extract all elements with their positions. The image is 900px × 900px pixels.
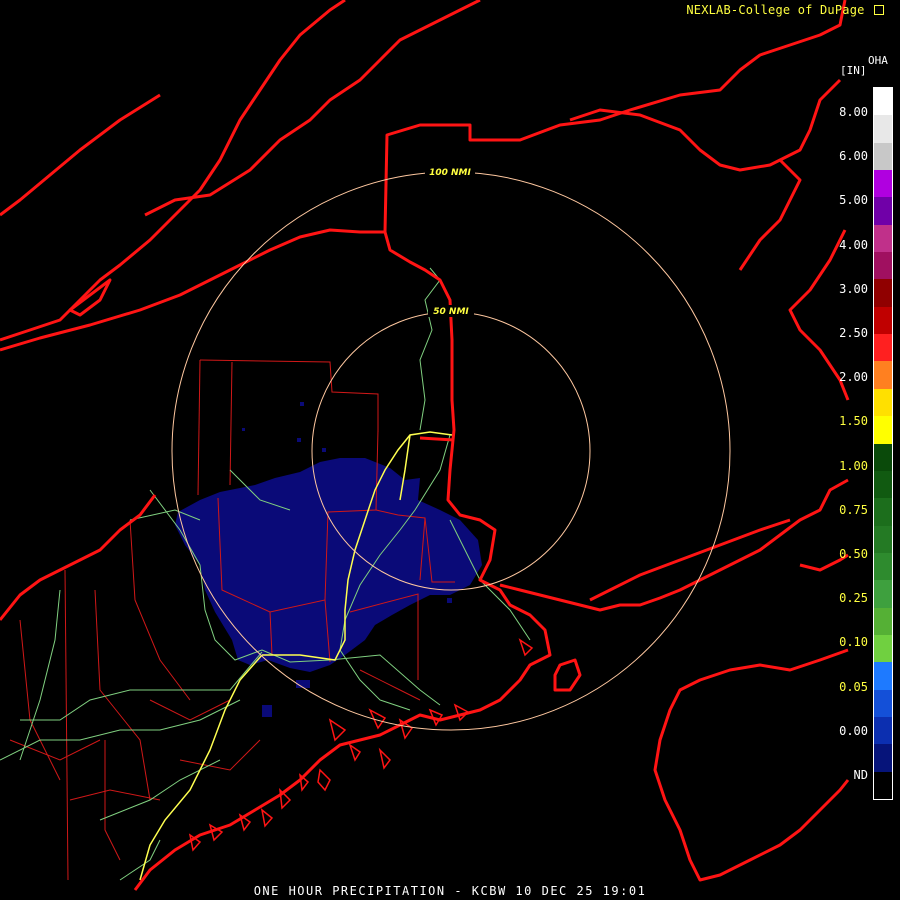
legend-swatch [874, 771, 892, 800]
legend-swatch [874, 416, 892, 444]
legend-swatch [874, 634, 892, 663]
legend-swatch [874, 279, 892, 308]
legend-swatch [874, 607, 892, 636]
ring-label-100nmi: 100 NMI [429, 168, 471, 178]
legend-label: 4.00 [839, 237, 868, 252]
legend-label: 1.00 [839, 458, 868, 473]
ring-label-50nmi: 50 NMI [433, 307, 469, 317]
legend-swatch [874, 744, 892, 773]
legend-swatch [874, 443, 892, 472]
legend-swatch [874, 689, 892, 718]
legend-swatch [874, 306, 892, 335]
legend-label: 6.00 [839, 149, 868, 164]
legend-label: 0.05 [839, 679, 868, 694]
legend-swatch [874, 470, 892, 499]
legend-label: 0.75 [839, 502, 868, 517]
legend-swatch [874, 662, 892, 691]
legend-swatch [874, 580, 892, 609]
legend-label: 5.00 [839, 193, 868, 208]
precip-legend-bar [873, 87, 893, 800]
legend-label: 0.25 [839, 591, 868, 606]
legend-swatch [874, 388, 892, 417]
legend-swatch [874, 224, 892, 253]
credit-label: NEXLAB-College of DuPage [686, 3, 865, 17]
legend-label: 8.00 [839, 105, 868, 119]
legend-label: 3.00 [839, 281, 868, 296]
radar-map: 100 NMI 50 NMI [0, 0, 850, 891]
legend-swatch [874, 552, 892, 581]
legend-swatch [874, 170, 892, 198]
legend-swatch [874, 115, 892, 144]
legend-swatch [874, 142, 892, 171]
legend-swatch [874, 197, 892, 226]
legend-swatch [874, 88, 892, 116]
legend-label: 2.00 [839, 370, 868, 385]
product-title: ONE HOUR PRECIPITATION - KCBW 10 DEC 25 … [253, 884, 647, 898]
legend-label: 0.50 [839, 547, 868, 561]
credit-text[interactable]: NEXLAB-College of DuPage [686, 3, 884, 17]
legend-swatch [874, 361, 892, 390]
legend-label: 0.10 [839, 635, 868, 650]
state-borders [0, 0, 850, 891]
coastal-islands [188, 638, 534, 852]
legend-swatch [874, 334, 892, 362]
product-code: OHA [868, 54, 888, 67]
legend-swatch [874, 252, 892, 280]
legend-label: 0.00 [839, 723, 868, 738]
legend-label: ND [853, 768, 868, 782]
legend-label: 1.50 [839, 414, 868, 429]
legend-swatch [874, 525, 892, 554]
unit-label: [IN] [840, 64, 867, 77]
external-link-icon [874, 5, 884, 15]
legend-swatch [874, 498, 892, 527]
legend-swatch [874, 716, 892, 745]
legend-label: 2.50 [839, 326, 868, 340]
